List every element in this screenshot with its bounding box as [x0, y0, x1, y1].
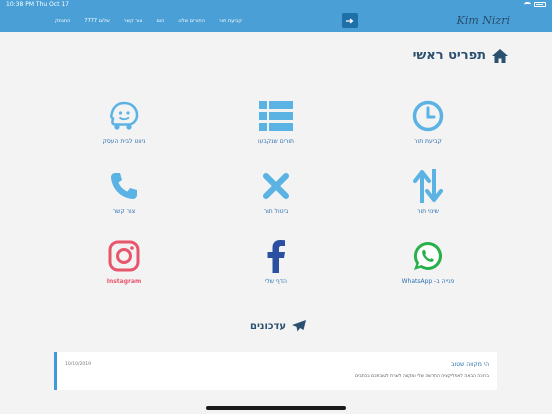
brand-logo[interactable]: Kim Nizri	[457, 14, 510, 27]
tile-label: פנייה ב- WhatsApp	[401, 278, 455, 285]
facebook-icon	[267, 240, 285, 273]
tile-contact[interactable]: צור קשר	[74, 168, 174, 215]
list-icon	[259, 101, 293, 131]
swap-arrows-icon	[413, 169, 443, 203]
tile-label: תורים שנקבעו	[258, 138, 294, 145]
tile-label: צור קשר	[112, 208, 136, 215]
tile-label: Instagram	[106, 278, 142, 285]
tile-label: קביעת תור	[414, 138, 442, 145]
arrow-right-icon	[346, 18, 354, 23]
nav-link-home[interactable]: הום	[149, 18, 171, 24]
tile-label: הדף שלי	[265, 278, 287, 285]
tile-whatsapp[interactable]: פנייה ב- WhatsApp	[378, 238, 478, 285]
nav-link-logout[interactable]: התנתק	[48, 18, 77, 24]
nav-link-contact[interactable]: צור קשר	[117, 18, 150, 24]
home-icon	[492, 48, 508, 63]
nav-link-book[interactable]: קביעת תור	[212, 18, 249, 24]
update-heading: הי מקווה שטוב	[451, 361, 489, 368]
nav-link-greeting[interactable]: שלום 7777	[77, 18, 116, 24]
status-icons	[524, 2, 546, 7]
wifi-icon	[524, 2, 531, 7]
phone-icon	[111, 173, 137, 199]
tile-label: ניווט לבית העסק	[102, 138, 146, 145]
update-card: הי מקווה שטוב ברוכה הבאה לאפליקציה החדשה…	[54, 352, 497, 390]
status-bar: 10:38 PM Thu Oct 17	[0, 0, 552, 10]
page-title-row: תפריט ראשי	[413, 48, 508, 63]
nav-toggle-button[interactable]	[342, 13, 358, 28]
instagram-icon	[108, 240, 140, 272]
nav-link-my-appointments[interactable]: התורים שלנו	[171, 18, 212, 24]
tile-label: ביטול תור	[263, 208, 289, 215]
tile-facebook[interactable]: הדף שלי	[226, 238, 326, 285]
tile-book-appointment[interactable]: קביעת תור	[378, 98, 478, 145]
updates-title: עדכונים	[250, 320, 287, 332]
update-body: ברוכה הבאה לאפליקציה החדשה שלי ומקווה לש…	[355, 374, 489, 379]
tile-my-appointments[interactable]: תורים שנקבעו	[226, 98, 326, 145]
status-time: 10:38 PM Thu Oct 17	[6, 1, 69, 8]
clock-icon	[412, 100, 444, 132]
waze-icon	[110, 101, 139, 130]
tile-change-appointment[interactable]: שינוי תור	[378, 168, 478, 215]
tile-instagram[interactable]: Instagram	[74, 238, 174, 285]
tile-navigate-waze[interactable]: ניווט לבית העסק	[74, 98, 174, 145]
nav-links: התנתק שלום 7777 צור קשר הום התורים שלנו …	[48, 10, 249, 32]
updates-title-row: עדכונים	[250, 320, 307, 332]
tile-label: שינוי תור	[417, 208, 439, 215]
home-indicator	[206, 406, 346, 410]
x-icon	[263, 173, 289, 199]
whatsapp-icon	[413, 241, 443, 270]
page-title: תפריט ראשי	[412, 48, 486, 63]
battery-icon	[534, 2, 546, 7]
update-date: 10/10/2019	[65, 362, 91, 367]
tile-cancel-appointment[interactable]: ביטול תור	[226, 168, 326, 215]
paper-plane-icon	[292, 320, 307, 332]
